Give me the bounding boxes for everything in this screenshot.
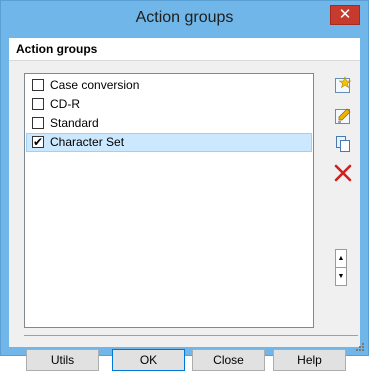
utils-button[interactable]: Utils bbox=[26, 349, 99, 371]
action-group-list[interactable]: Case conversion CD-R Standard ✔ Characte… bbox=[24, 73, 314, 328]
section-header: Action groups bbox=[9, 38, 360, 61]
edit-group-button[interactable] bbox=[334, 107, 352, 125]
help-button[interactable]: Help bbox=[273, 349, 346, 371]
list-item-checkbox[interactable] bbox=[32, 98, 44, 110]
delete-group-button[interactable] bbox=[334, 164, 352, 182]
new-star-icon bbox=[335, 76, 352, 93]
window-close-button[interactable]: ✕ bbox=[330, 5, 360, 25]
edit-pencil-icon bbox=[335, 108, 351, 124]
title-bar[interactable]: Action groups ✕ bbox=[1, 1, 368, 38]
close-button[interactable]: Close bbox=[192, 349, 265, 371]
ok-button[interactable]: OK bbox=[112, 349, 185, 371]
list-item[interactable]: Case conversion bbox=[26, 76, 312, 95]
resize-grip-icon[interactable] bbox=[356, 343, 364, 351]
list-item-label: CD-R bbox=[50, 97, 80, 111]
section-title: Action groups bbox=[16, 42, 98, 56]
list-item-selected[interactable]: ✔ Character Set bbox=[26, 133, 312, 152]
list-item-label: Standard bbox=[50, 116, 99, 130]
list-item[interactable]: Standard bbox=[26, 114, 312, 133]
move-up-button[interactable]: ▲ bbox=[335, 249, 347, 268]
list-item-label: Case conversion bbox=[50, 78, 140, 92]
window-title: Action groups bbox=[135, 9, 234, 26]
separator-line bbox=[24, 335, 358, 336]
new-group-button[interactable] bbox=[334, 76, 352, 94]
move-down-button[interactable]: ▼ bbox=[335, 267, 347, 286]
list-item[interactable]: CD-R bbox=[26, 95, 312, 114]
list-item-checkbox[interactable] bbox=[32, 79, 44, 91]
copy-icon bbox=[336, 136, 350, 152]
delete-x-icon bbox=[334, 164, 352, 182]
dialog-client-area: Action groups Case conversion CD-R Stand… bbox=[9, 38, 360, 371]
list-item-checkbox[interactable] bbox=[32, 117, 44, 129]
copy-group-button[interactable] bbox=[334, 135, 352, 153]
dialog-window: Action groups ✕ Action groups Case conve… bbox=[0, 0, 369, 371]
list-item-label: Character Set bbox=[50, 135, 125, 149]
list-item-checkbox-checked[interactable]: ✔ bbox=[32, 136, 44, 148]
